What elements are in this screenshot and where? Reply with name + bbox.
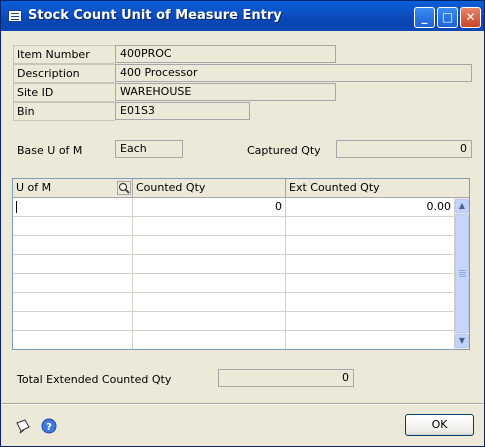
- cell-counted-qty[interactable]: [133, 255, 286, 273]
- lookup-icon[interactable]: [117, 181, 131, 195]
- bin-label: Bin: [13, 102, 115, 121]
- grid-header: U of M Counted Qty Ext Counted Qty: [13, 179, 469, 198]
- cell-uofm[interactable]: [13, 198, 133, 216]
- cell-uofm[interactable]: [13, 236, 133, 254]
- scroll-down-button[interactable]: ▼: [455, 334, 469, 348]
- cell-ext-counted-qty: [286, 293, 455, 311]
- grid-vertical-scrollbar[interactable]: ▲ ▼: [455, 198, 469, 349]
- cell-ext-counted-qty: [286, 312, 455, 330]
- cell-ext-counted-qty: [286, 331, 455, 349]
- scroll-thumb[interactable]: [455, 214, 469, 333]
- cell-counted-qty[interactable]: [133, 312, 286, 330]
- help-icon[interactable]: ?: [41, 418, 57, 434]
- total-extended-counted-qty-field[interactable]: 0: [218, 369, 354, 387]
- cell-ext-counted-qty: 0.00: [286, 198, 455, 216]
- site-id-field[interactable]: WAREHOUSE: [115, 83, 336, 101]
- note-icon[interactable]: [15, 418, 31, 434]
- cell-uofm[interactable]: [13, 293, 133, 311]
- cell-uofm[interactable]: [13, 312, 133, 330]
- table-row[interactable]: [13, 312, 455, 331]
- table-row[interactable]: [13, 274, 455, 293]
- scroll-grip-icon: [459, 270, 466, 271]
- table-row[interactable]: [13, 217, 455, 236]
- cell-uofm[interactable]: [13, 255, 133, 273]
- scroll-up-button[interactable]: ▲: [455, 199, 469, 213]
- cell-counted-qty[interactable]: [133, 236, 286, 254]
- total-extended-counted-qty-label: Total Extended Counted Qty: [17, 373, 172, 386]
- window-title: Stock Count Unit of Measure Entry: [28, 8, 282, 23]
- cell-counted-qty[interactable]: 0: [133, 198, 286, 216]
- table-row[interactable]: [13, 331, 455, 350]
- table-row[interactable]: [13, 236, 455, 255]
- cell-counted-qty[interactable]: [133, 293, 286, 311]
- item-number-field[interactable]: 400PROC: [115, 45, 336, 63]
- close-button[interactable]: ✕: [460, 7, 481, 28]
- site-id-label: Site ID: [13, 83, 115, 102]
- text-cursor: [16, 201, 17, 213]
- captured-qty-field[interactable]: 0: [336, 140, 472, 158]
- column-header-uofm[interactable]: U of M: [13, 179, 133, 198]
- table-row[interactable]: [13, 293, 455, 312]
- scroll-down-icon: ▼: [458, 336, 466, 345]
- dialog-window: Stock Count Unit of Measure Entry _ □ ✕ …: [0, 0, 485, 447]
- item-number-label: Item Number: [13, 45, 115, 64]
- cell-counted-qty[interactable]: [133, 217, 286, 235]
- svg-text:?: ?: [46, 422, 52, 433]
- captured-qty-label: Captured Qty: [247, 144, 321, 157]
- cell-ext-counted-qty: [286, 255, 455, 273]
- bin-field[interactable]: E01S3: [115, 102, 250, 120]
- column-header-uofm-label: U of M: [16, 181, 52, 194]
- base-uofm-field[interactable]: Each: [115, 140, 183, 158]
- footer-divider: [1, 403, 484, 405]
- cell-uofm[interactable]: [13, 217, 133, 235]
- column-header-ext-counted-qty[interactable]: Ext Counted Qty: [286, 179, 469, 198]
- ok-button[interactable]: OK: [405, 414, 474, 436]
- table-row[interactable]: 0 0.00: [13, 198, 455, 217]
- maximize-button[interactable]: □: [437, 7, 458, 28]
- cell-counted-qty[interactable]: [133, 331, 286, 349]
- grid-body: 0 0.00: [13, 198, 455, 349]
- cell-ext-counted-qty: [286, 217, 455, 235]
- cell-ext-counted-qty: [286, 274, 455, 292]
- close-icon: ✕: [465, 10, 476, 24]
- scroll-up-icon: ▲: [458, 201, 466, 210]
- description-field[interactable]: 400 Processor: [115, 64, 472, 82]
- cell-counted-qty[interactable]: [133, 274, 286, 292]
- table-row[interactable]: [13, 255, 455, 274]
- maximize-icon: □: [441, 10, 454, 24]
- cell-ext-counted-qty: [286, 236, 455, 254]
- title-bar[interactable]: Stock Count Unit of Measure Entry _ □ ✕: [1, 1, 484, 31]
- minimize-icon: _: [421, 10, 428, 24]
- app-window-icon[interactable]: [8, 10, 22, 22]
- base-uofm-label: Base U of M: [17, 144, 83, 157]
- minimize-button[interactable]: _: [414, 7, 435, 28]
- cell-uofm[interactable]: [13, 331, 133, 349]
- cell-uofm[interactable]: [13, 274, 133, 292]
- description-label: Description: [13, 64, 115, 83]
- column-header-counted-qty[interactable]: Counted Qty: [133, 179, 286, 198]
- uofm-grid: U of M Counted Qty Ext Counted Qty 0 0.0…: [12, 178, 470, 350]
